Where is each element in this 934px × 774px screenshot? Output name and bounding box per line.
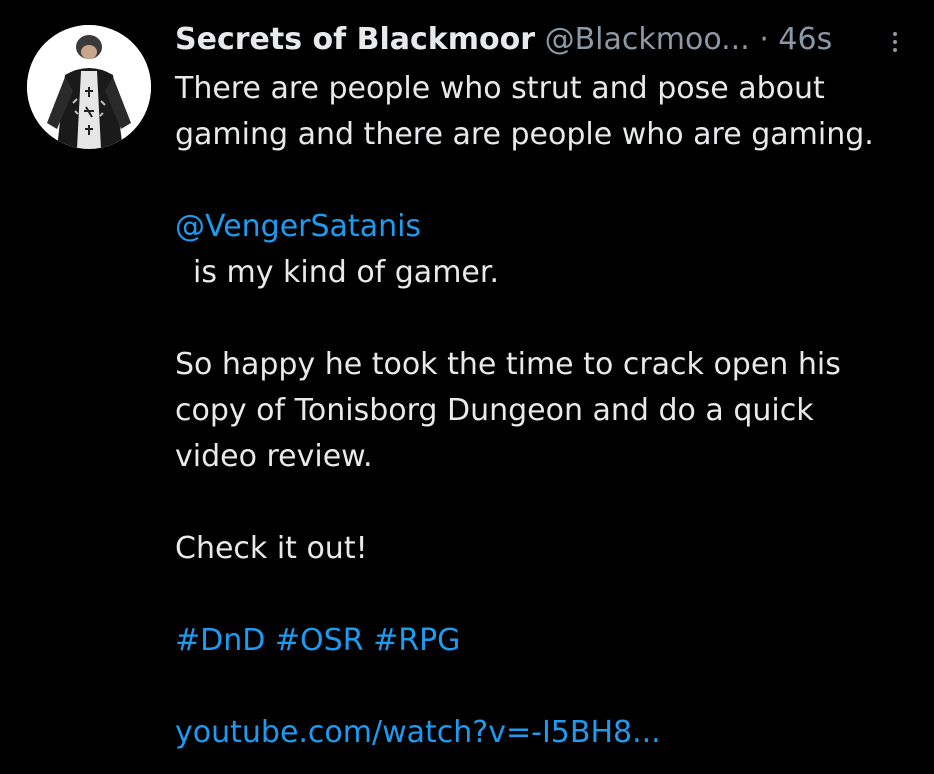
avatar-hooded-figure-icon (27, 25, 151, 149)
more-options-icon[interactable] (888, 30, 902, 54)
text-line: is my kind of gamer. (193, 255, 499, 290)
url-link[interactable]: youtube.com/watch?v=-I5BH8... (175, 715, 661, 750)
url-line: youtube.com/watch?v=-I5BH8... (175, 710, 920, 756)
text-line: copy of Tonisborg Dungeon and do a quick (175, 393, 814, 428)
text-line: There are people who strut and pose abou… (175, 71, 825, 106)
hashtag-link[interactable]: #OSR (275, 623, 364, 658)
tweet[interactable]: Secrets of Blackmoor @Blackmoo... · 46s … (0, 0, 934, 774)
tweet-text: There are people who strut and pose abou… (175, 66, 920, 756)
hashtags-line: #DnD #OSR #RPG (175, 618, 920, 664)
separator-dot: · (759, 22, 769, 57)
hashtag-link[interactable]: #RPG (373, 623, 460, 658)
mention-link[interactable]: @VengerSatanis (175, 209, 421, 244)
text-line: Check it out! (175, 531, 368, 566)
text-line: gaming and there are people who are gami… (175, 117, 874, 152)
mention-line: @VengerSatanis (175, 204, 920, 250)
display-name[interactable]: Secrets of Blackmoor (175, 22, 535, 57)
timestamp[interactable]: 46s (778, 22, 832, 57)
hashtag-link[interactable]: #DnD (175, 623, 265, 658)
text-line: video review. (175, 439, 373, 474)
avatar[interactable] (27, 25, 151, 149)
handle[interactable]: @Blackmoo... (545, 22, 750, 57)
text-line: So happy he took the time to crack open … (175, 347, 841, 382)
tweet-header: Secrets of Blackmoor @Blackmoo... · 46s (175, 20, 915, 60)
